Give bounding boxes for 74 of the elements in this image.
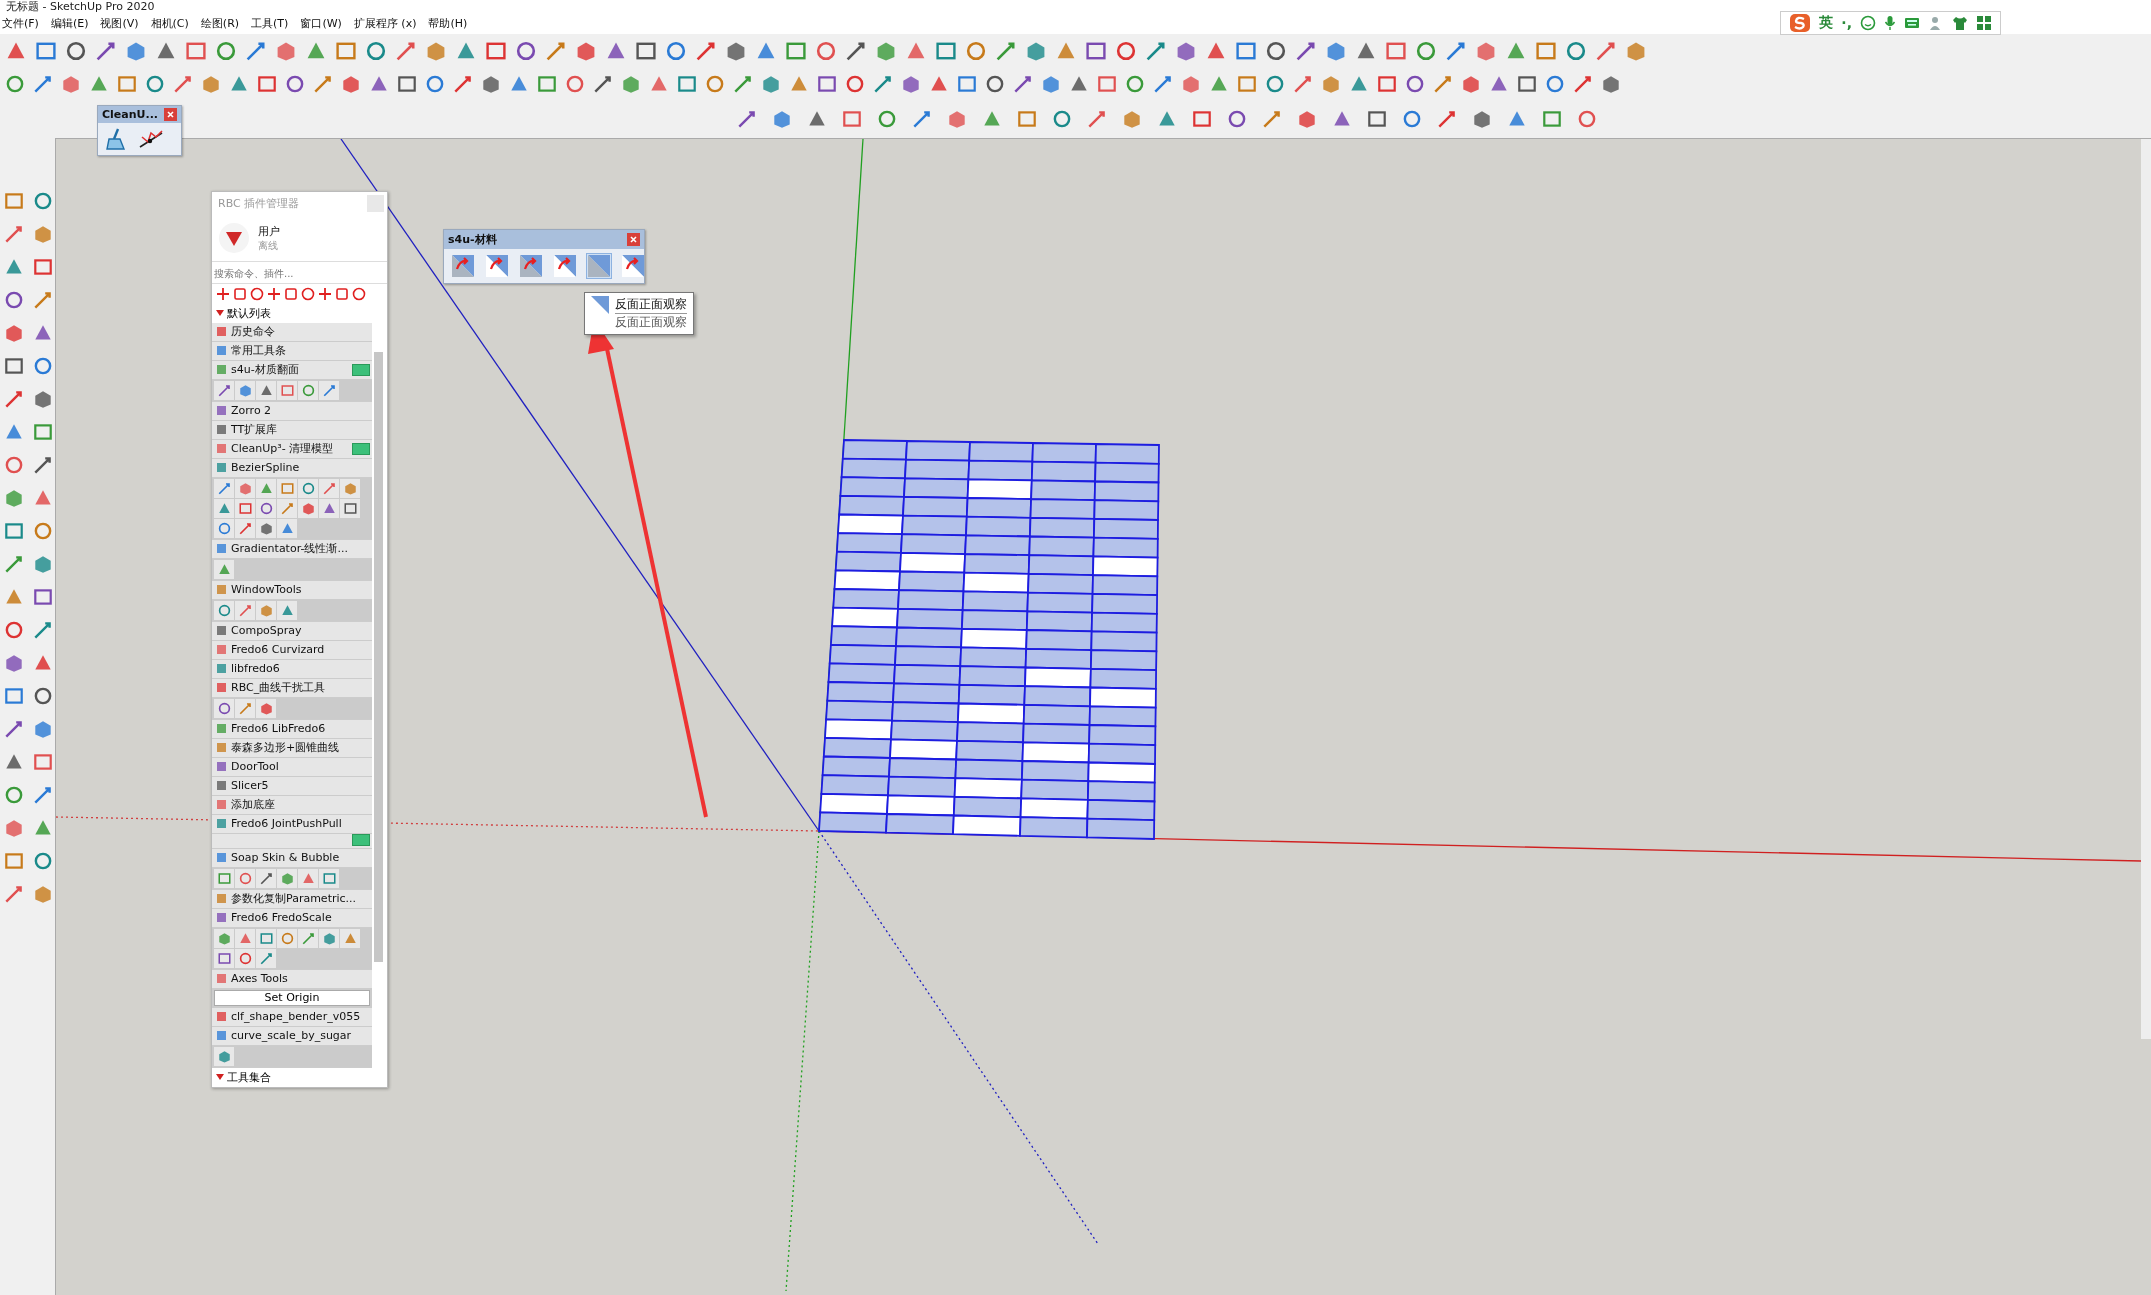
plugin-name: Soap Skin & Bubble <box>231 851 340 864</box>
plugin-name: TT扩展库 <box>231 422 278 437</box>
plugin-name: Fredo6 LibFredo6 <box>231 722 326 735</box>
plugin-item[interactable]: BezierSpline <box>212 458 372 477</box>
plugin-name: 历史命令 <box>231 324 275 339</box>
plugin-item[interactable]: WindowTools <box>212 580 372 599</box>
plugin-name: BezierSpline <box>231 461 300 474</box>
section-title: 默认列表 <box>227 305 271 321</box>
plugin-item[interactable]: Fredo6 LibFredo6 <box>212 719 372 738</box>
section-title: 工具集合 <box>227 1069 271 1085</box>
plugin-name: Zorro 2 <box>231 404 272 417</box>
plugin-name: 参数化复制Parametric... <box>231 891 357 906</box>
plugin-name: 泰森多边形+圆锥曲线 <box>231 740 340 755</box>
plugin-item[interactable]: TT扩展库 <box>212 420 372 439</box>
menu-item[interactable]: 视图(V) <box>100 15 139 31</box>
tooltip-description: 反面正面观察 <box>615 314 687 331</box>
plugin-item[interactable]: CompoSpray <box>212 621 372 640</box>
menu-item[interactable]: 扩展程序 (x) <box>353 15 417 31</box>
panel-title: RBC 插件管理器 <box>218 196 300 211</box>
menu-item[interactable]: 窗口(W) <box>300 15 342 31</box>
plugin-name: 添加底座 <box>231 797 275 812</box>
toolbar-title: CleanU... <box>102 108 159 121</box>
plugin-item[interactable]: 泰森多边形+圆锥曲线 <box>212 738 372 757</box>
plugin-name: Axes Tools <box>231 972 288 985</box>
plugin-item[interactable]: 添加底座 <box>212 795 372 814</box>
menu-item[interactable]: 工具(T) <box>251 15 289 31</box>
plugin-item[interactable]: CleanUp³- 清理模型 <box>212 439 372 458</box>
plugin-item[interactable]: Fredo6 JointPushPull <box>212 814 372 833</box>
plugin-name: Gradientator-线性渐... <box>231 541 348 556</box>
plugin-item[interactable]: DoorTool <box>212 757 372 776</box>
plugin-item[interactable]: Gradientator-线性渐... <box>212 539 372 558</box>
plugin-name: Slicer5 <box>231 779 269 792</box>
plugin-name: 常用工具条 <box>231 343 286 358</box>
plugin-name: WindowTools <box>231 583 302 596</box>
plugin-item[interactable]: s4u-材质翻面 <box>212 360 372 379</box>
plugin-item[interactable]: Fredo6 FredoScale <box>212 908 372 927</box>
menu-item[interactable]: 文件(F) <box>2 15 39 31</box>
tooltip-title: 反面正面观察 <box>615 296 687 314</box>
user-name: 用户 <box>258 223 280 239</box>
plugin-item[interactable]: Zorro 2 <box>212 401 372 420</box>
section-header[interactable]: 默认列表 <box>212 303 372 323</box>
plugin-item[interactable]: clf_shape_bender_v055 <box>212 1007 372 1026</box>
plugin-name: CompoSpray <box>231 624 302 637</box>
toolbar-title: s4u-材料 <box>448 232 497 247</box>
plugin-name: curve_scale_by_sugar <box>231 1029 352 1042</box>
plugin-name: Fredo6 JointPushPull <box>231 817 342 830</box>
plugin-name: s4u-材质翻面 <box>231 362 299 377</box>
language-toggle[interactable]: 英 <box>1819 14 1834 32</box>
plugin-name: Fredo6 FredoScale <box>231 911 332 924</box>
set-origin-button[interactable]: Set Origin <box>214 989 370 1006</box>
plugin-item[interactable]: Soap Skin & Bubble <box>212 848 372 867</box>
menu-item[interactable]: 绘图(R) <box>200 15 240 31</box>
plugin-item[interactable]: 常用工具条 <box>212 341 372 360</box>
plugin-item[interactable]: Slicer5 <box>212 776 372 795</box>
plugin-name: CleanUp³- 清理模型 <box>231 441 334 456</box>
search-field[interactable]: 搜索命令、插件... <box>212 264 387 284</box>
window-title: 无标题 - SketchUp Pro 2020 <box>6 1 155 12</box>
plugin-name: Fredo6 Curvizard <box>231 643 325 656</box>
menu-item[interactable]: 相机(C) <box>150 15 189 31</box>
plugin-name: clf_shape_bender_v055 <box>231 1010 361 1023</box>
user-status: 离线 <box>258 238 279 253</box>
plugin-item[interactable]: libfredo6 <box>212 659 372 678</box>
plugin-item[interactable]: RBC_曲线干扰工具 <box>212 678 372 697</box>
menu-item[interactable]: 编辑(E) <box>50 15 89 31</box>
section-header[interactable]: 工具集合 <box>212 1067 372 1087</box>
punctuation-toggle[interactable]: ·, <box>1841 15 1852 31</box>
menu-item[interactable]: 帮助(H) <box>428 15 468 31</box>
plugin-item[interactable]: Fredo6 Curvizard <box>212 640 372 659</box>
plugin-name: DoorTool <box>231 760 279 773</box>
plugin-item[interactable]: curve_scale_by_sugar <box>212 1026 372 1045</box>
plugin-item[interactable]: 参数化复制Parametric... <box>212 889 372 908</box>
plugin-name: RBC_曲线干扰工具 <box>231 680 326 695</box>
plugin-name: libfredo6 <box>231 662 280 675</box>
plugin-item[interactable]: Axes Tools <box>212 969 372 988</box>
